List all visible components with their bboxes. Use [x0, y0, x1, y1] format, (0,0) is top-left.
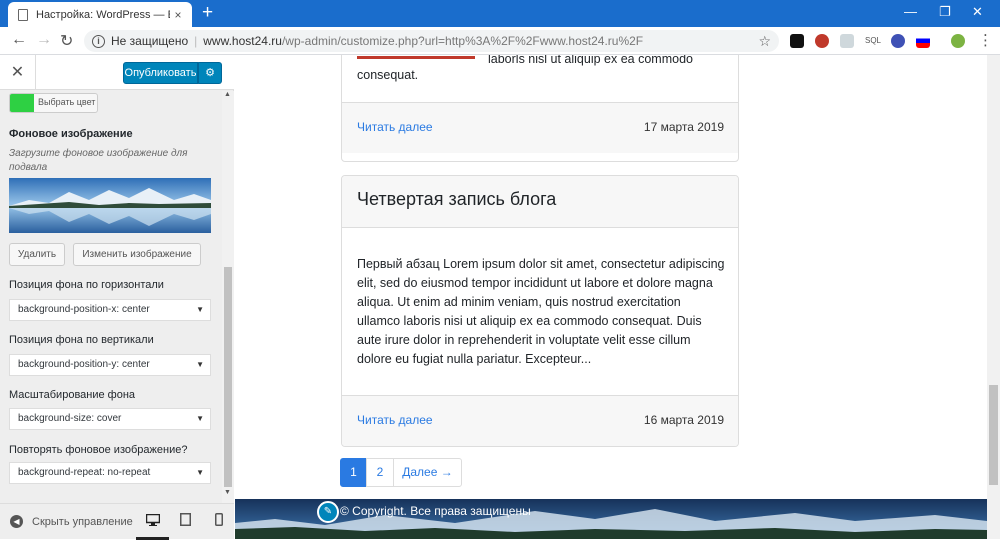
preview-scrollbar[interactable] — [987, 55, 1000, 539]
bg-size-value: background-size: cover — [18, 413, 122, 424]
sidebar-scrollbar[interactable]: ▲ ▼ — [222, 91, 234, 503]
mobile-preview-icon[interactable] — [202, 504, 235, 540]
bg-repeat-label: Повторять фоновое изображение? — [9, 444, 188, 456]
bg-image-description: Загрузите фоновое изображение для подвал… — [9, 148, 188, 173]
previous-post-text-end: consequat. — [357, 68, 419, 82]
globe-ext-icon[interactable] — [891, 34, 905, 48]
post-card-footer: Читать далее 16 марта 2019 — [342, 395, 738, 446]
not-secure-label: Не защищено — [111, 34, 189, 48]
select-color-label: Выбрать цвет — [38, 97, 96, 107]
tablet-preview-icon[interactable] — [169, 504, 202, 540]
bg-position-x-select[interactable]: background-position-x: center ▼ — [9, 299, 211, 321]
url-host: www.host24.ru — [203, 34, 282, 48]
preview-scroll-thumb[interactable] — [989, 385, 998, 485]
chevron-down-icon: ▼ — [196, 468, 204, 477]
previous-post-date: 17 марта 2019 — [643, 120, 724, 134]
previous-post-card: laborls nisl ut aliquip ex ea commodo co… — [341, 55, 739, 162]
tab-close-icon[interactable]: × — [170, 8, 186, 22]
publish-settings-gear-icon[interactable]: ⚙ — [198, 62, 222, 84]
close-customizer-button[interactable]: ✕ — [0, 55, 36, 90]
site-footer: ✎ © Copyright. Все права защищены — [235, 499, 987, 539]
bg-position-y-select[interactable]: background-position-y: center ▼ — [9, 354, 211, 376]
customizer-controls: Выбрать цвет Фоновое изображение Загрузи… — [0, 91, 222, 503]
page-icon — [18, 8, 28, 21]
tab-title: Настройка: WordPress — Ещё о — [36, 8, 170, 21]
post-card-header: Четвертая запись блога — [342, 176, 738, 228]
site-preview: laborls nisl ut aliquip ex ea commodo co… — [235, 55, 987, 539]
restore-button[interactable]: ❐ — [939, 4, 951, 20]
url-input[interactable]: i Не защищено | www.host24.ru/wp-admin/c… — [84, 30, 779, 52]
incognito-ext-icon[interactable] — [790, 34, 804, 48]
info-icon[interactable]: i — [92, 34, 105, 48]
bg-image-heading: Фоновое изображение — [9, 128, 133, 140]
bg-repeat-select[interactable]: background-repeat: no-repeat ▼ — [9, 462, 211, 484]
desktop-preview-icon[interactable] — [136, 504, 169, 540]
customizer-sidebar: ✕ Опубликовать ⚙ Выбрать цвет Фоновое из… — [0, 55, 235, 540]
post-excerpt: Первый абзац Lorem ipsum dolor sit amet,… — [357, 257, 725, 366]
collapse-arrow-icon: ◀ — [10, 515, 23, 528]
scroll-up-icon[interactable]: ▲ — [224, 91, 231, 98]
post-date: 16 марта 2019 — [643, 413, 724, 427]
chevron-down-icon: ▼ — [196, 414, 204, 423]
sql-ext-icon[interactable]: SQL — [864, 34, 882, 48]
page-1-link[interactable]: 1 — [340, 458, 367, 487]
hide-controls-button[interactable]: ◀ Скрыть управление — [10, 515, 133, 528]
red-ext-icon[interactable] — [815, 34, 829, 48]
bg-position-y-label: Позиция фона по вертикали — [9, 334, 154, 346]
next-page-link[interactable]: Далее → — [393, 458, 462, 487]
bg-repeat-value: background-repeat: no-repeat — [18, 467, 151, 478]
layers-ext-icon[interactable] — [840, 34, 854, 48]
menu-icon[interactable]: ⋮ — [978, 31, 993, 49]
profile-avatar[interactable] — [951, 34, 965, 48]
url-separator: | — [194, 34, 198, 48]
chevron-down-icon: ▼ — [196, 360, 204, 369]
bg-size-select[interactable]: background-size: cover ▼ — [9, 408, 211, 430]
scroll-down-icon[interactable]: ▼ — [224, 489, 231, 496]
reload-button[interactable]: ↻ — [60, 31, 73, 51]
browser-tab[interactable]: Настройка: WordPress — Ещё о × — [8, 2, 192, 27]
forward-button[interactable]: → — [36, 31, 52, 49]
footer-copyright: © Copyright. Все права защищены — [340, 504, 531, 518]
post-card: Четвертая запись блога Первый абзац Lore… — [341, 175, 739, 447]
hide-controls-label: Скрыть управление — [32, 515, 133, 528]
url-path: /wp-admin/customize.php?url=http%3A%2F%2… — [281, 34, 644, 48]
remove-image-button[interactable]: Удалить — [9, 243, 65, 266]
address-bar-row: ← → ↻ i Не защищено | www.host24.ru/wp-a… — [0, 27, 1000, 55]
customizer-footer: ◀ Скрыть управление — [0, 503, 235, 540]
bg-position-y-value: background-position-y: center — [18, 359, 150, 370]
change-image-button[interactable]: Изменить изображение — [73, 243, 201, 266]
edit-shortcut-pencil-icon[interactable]: ✎ — [317, 501, 339, 523]
sidebar-scroll-thumb[interactable] — [224, 267, 232, 487]
bg-image-thumbnail[interactable] — [9, 178, 211, 233]
browser-tab-bar: Настройка: WordPress — Ещё о × + — ❐ ✕ — [0, 0, 1000, 27]
new-tab-button[interactable]: + — [202, 3, 213, 23]
post-image-edge — [357, 56, 475, 59]
customizer-header: ✕ Опубликовать ⚙ — [0, 55, 234, 90]
post-title[interactable]: Четвертая запись блога — [357, 189, 556, 210]
bg-size-label: Масштабирование фона — [9, 389, 136, 401]
select-color-button[interactable]: Выбрать цвет — [9, 93, 98, 113]
previous-read-more-link[interactable]: Читать далее — [357, 120, 433, 134]
color-swatch — [10, 94, 34, 112]
bg-position-x-label: Позиция фона по горизонтали — [9, 279, 164, 291]
page-2-link[interactable]: 2 — [366, 458, 394, 487]
previous-post-footer: Читать далее 17 марта 2019 — [342, 102, 738, 153]
minimize-button[interactable]: — — [904, 4, 917, 19]
bg-position-x-value: background-position-x: center — [18, 304, 150, 315]
back-button[interactable]: ← — [11, 31, 27, 49]
pagination: 1 2 Далее → — [340, 458, 462, 487]
flag-ext-icon[interactable] — [916, 34, 930, 48]
publish-button[interactable]: Опубликовать — [123, 62, 198, 84]
read-more-link[interactable]: Читать далее — [357, 413, 433, 427]
close-window-button[interactable]: ✕ — [972, 4, 983, 20]
bookmark-star-icon[interactable]: ☆ — [758, 33, 771, 50]
previous-post-text-fragment: laborls nisl ut aliquip ex ea commodo — [488, 55, 693, 66]
chevron-down-icon: ▼ — [196, 305, 204, 314]
